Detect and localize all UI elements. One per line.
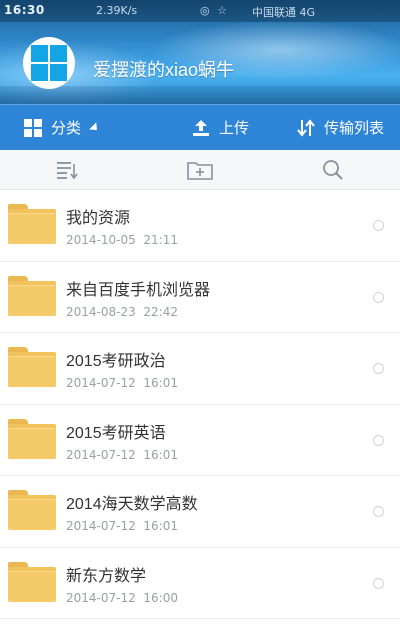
select-radio[interactable] bbox=[373, 291, 384, 303]
new-folder-icon bbox=[187, 161, 213, 180]
folder-name: 我的资源 bbox=[66, 210, 131, 227]
search-icon bbox=[323, 159, 344, 180]
select-radio[interactable] bbox=[373, 220, 384, 231]
category-button[interactable]: 分类 bbox=[0, 105, 160, 150]
list-item[interactable]: 新东方数学 2014-07-12 16:00 bbox=[0, 547, 400, 619]
select-radio[interactable] bbox=[373, 506, 384, 517]
folder-icon bbox=[8, 347, 56, 387]
folder-modified: 2014-07-12 16:01 bbox=[66, 447, 178, 462]
file-list: 我的资源 2014-10-05 21:11 来自百度手机浏览器 2014-08-… bbox=[0, 190, 400, 619]
upload-icon bbox=[192, 119, 209, 136]
list-item[interactable]: 2015考研英语 2014-07-12 16:01 bbox=[0, 404, 400, 476]
select-radio[interactable] bbox=[373, 577, 384, 589]
header-background-horizon bbox=[0, 86, 400, 104]
folder-name: 2015考研政治 bbox=[66, 353, 166, 370]
folder-modified: 2014-10-05 21:11 bbox=[66, 233, 178, 247]
folder-icon bbox=[8, 561, 56, 602]
grid-icon bbox=[23, 118, 42, 137]
folder-icon bbox=[8, 204, 56, 244]
windows-logo-icon bbox=[31, 45, 67, 81]
folder-name: 来自百度手机浏览器 bbox=[66, 281, 211, 299]
main-toolbar: 分类 上传 传输列表 bbox=[0, 104, 400, 150]
upload-label: 上传 bbox=[218, 119, 249, 137]
list-item[interactable]: 来自百度手机浏览器 2014-08-23 22:42 bbox=[0, 261, 400, 333]
carrier-label: 中国联通 4G bbox=[252, 6, 316, 19]
folder-icon bbox=[8, 490, 56, 530]
select-radio[interactable] bbox=[373, 434, 384, 446]
folder-modified: 2014-07-12 16:01 bbox=[66, 519, 178, 533]
transfer-list-label: 传输列表 bbox=[323, 119, 384, 137]
avatar[interactable] bbox=[23, 37, 75, 89]
folder-name: 新东方数学 bbox=[66, 567, 147, 585]
sort-icon bbox=[56, 161, 78, 179]
list-item[interactable]: 2015考研政治 2014-07-12 16:01 bbox=[0, 333, 400, 405]
search-button[interactable] bbox=[267, 150, 400, 189]
upload-button[interactable]: 上传 bbox=[160, 105, 280, 150]
folder-icon bbox=[8, 418, 56, 459]
select-radio[interactable] bbox=[373, 363, 384, 374]
list-item[interactable]: 2014海天数学高数 2014-07-12 16:01 bbox=[0, 476, 400, 548]
profile-header: 16:30 2.39K/s ◎ ☆ 中国联通 4G 爱摆渡的xiao蜗牛 bbox=[0, 0, 400, 104]
transfer-list-button[interactable]: 传输列表 bbox=[280, 105, 400, 150]
category-label: 分类 bbox=[50, 119, 81, 137]
transfer-arrows-icon bbox=[297, 118, 315, 137]
folder-name: 2014海天数学高数 bbox=[66, 496, 198, 513]
action-subbar bbox=[0, 150, 400, 190]
folder-modified: 2014-07-12 16:00 bbox=[66, 590, 178, 605]
status-icons: ◎ ☆ bbox=[200, 4, 229, 17]
status-bar: 16:30 2.39K/s ◎ ☆ 中国联通 4G bbox=[0, 0, 400, 22]
new-folder-button[interactable] bbox=[133, 150, 266, 189]
status-time: 16:30 bbox=[4, 3, 45, 17]
list-item[interactable]: 我的资源 2014-10-05 21:11 bbox=[0, 190, 400, 262]
folder-modified: 2014-08-23 22:42 bbox=[66, 304, 178, 319]
sort-button[interactable] bbox=[0, 150, 133, 189]
folder-icon bbox=[8, 275, 56, 316]
network-speed: 2.39K/s bbox=[96, 4, 138, 17]
folder-name: 2015考研英语 bbox=[66, 424, 166, 442]
dropdown-caret-icon bbox=[89, 121, 101, 134]
username: 爱摆渡的xiao蜗牛 bbox=[93, 60, 235, 80]
folder-modified: 2014-07-12 16:01 bbox=[66, 376, 178, 390]
